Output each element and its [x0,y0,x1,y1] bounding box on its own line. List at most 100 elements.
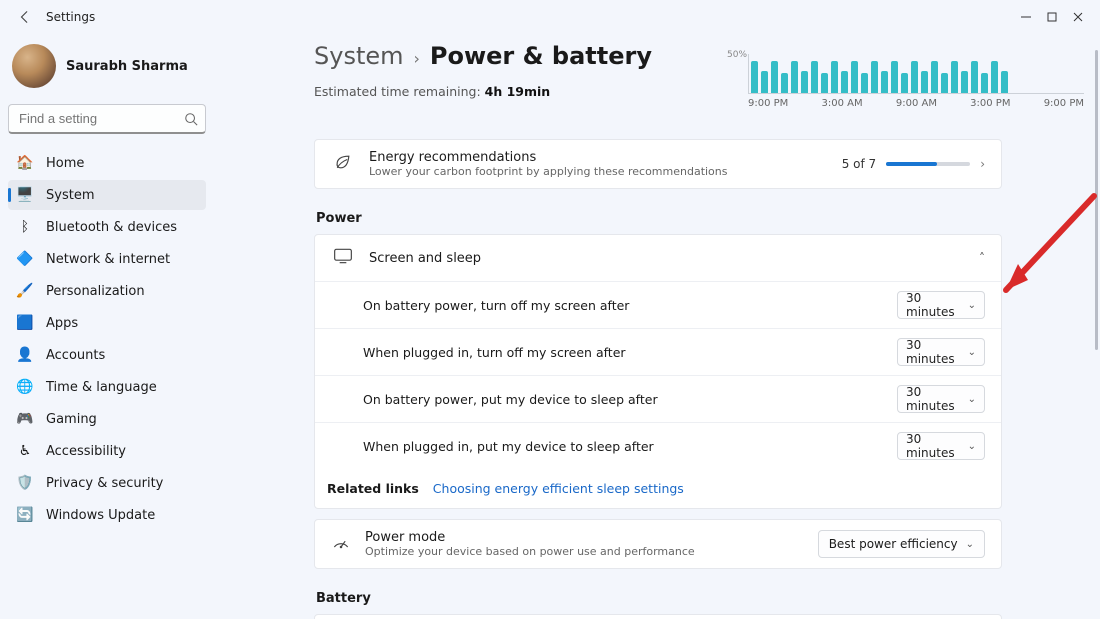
chart-bar [1001,71,1008,93]
reco-subtitle: Lower your carbon footprint by applying … [369,165,728,178]
row-label: When plugged in, put my device to sleep … [363,439,654,454]
sidebar-item-label: Home [46,156,84,171]
sidebar-item-personalize[interactable]: 🖌️ Personalization [8,276,206,306]
sidebar-item-label: Accessibility [46,444,126,459]
screen-sleep-row: When plugged in, put my device to sleep … [315,422,1001,469]
minimize-button[interactable] [1014,5,1038,29]
home-icon: 🏠 [16,154,34,172]
profile-block[interactable]: Saurabh Sharma [8,40,206,98]
duration-select[interactable]: 30 minutes⌄ [897,338,985,366]
chart-bar [901,73,908,93]
chevron-down-icon: ⌄ [968,441,976,452]
row-label: On battery power, put my device to sleep… [363,392,658,407]
power-mode-subtitle: Optimize your device based on power use … [365,545,695,558]
duration-value: 30 minutes [906,432,968,460]
apps-icon: 🟦 [16,314,34,332]
related-links-label: Related links [327,481,419,496]
gaming-icon: 🎮 [16,410,34,428]
chart-bar [861,73,868,93]
power-mode-select[interactable]: Best power efficiency ⌄ [818,530,985,558]
reco-title: Energy recommendations [369,150,728,165]
expander-title: Screen and sleep [369,251,481,266]
sidebar-item-label: Bluetooth & devices [46,220,177,235]
user-name: Saurabh Sharma [66,59,188,74]
sidebar-item-privacy[interactable]: 🛡️Privacy & security [8,468,206,498]
chart-bar [971,61,978,93]
energy-recommendations[interactable]: Energy recommendations Lower your carbon… [314,139,1002,189]
main-content: System › Power & battery Estimated time … [214,34,1100,619]
breadcrumb-root[interactable]: System [314,42,404,70]
power-mode-card[interactable]: Power mode Optimize your device based on… [314,519,1002,569]
chart-bar [941,73,948,93]
chart-bar [781,73,788,93]
close-button[interactable] [1066,5,1090,29]
section-power: Power [316,211,1002,226]
sidebar-item-apps[interactable]: 🟦 Apps [8,308,206,338]
personalize-icon: 🖌️ [16,282,34,300]
chart-bar [871,61,878,93]
duration-value: 30 minutes [906,385,968,413]
sidebar-item-update[interactable]: 🔄Windows Update [8,500,206,530]
chevron-right-icon: › [980,157,985,171]
battery-saver-card[interactable]: Battery saver Extend battery life by lim… [314,614,1002,619]
sidebar-item-home[interactable]: 🏠 Home [8,148,206,178]
sidebar-item-system[interactable]: 🖥️ System [8,180,206,210]
screen-sleep-row: On battery power, turn off my screen aft… [315,281,1001,328]
chart-bar [791,61,798,93]
sidebar-item-label: Apps [46,316,78,331]
chart-bar [821,73,828,93]
screen-sleep-row: On battery power, put my device to sleep… [315,375,1001,422]
chart-bar [751,61,758,93]
speedometer-icon [331,532,351,556]
system-icon: 🖥️ [16,186,34,204]
duration-select[interactable]: 30 minutes⌄ [897,432,985,460]
power-mode-title: Power mode [365,530,695,545]
chart-bar [841,71,848,93]
duration-value: 30 minutes [906,291,968,319]
bluetooth-icon: ᛒ [16,218,34,236]
sidebar-item-time[interactable]: 🌐 Time & language [8,372,206,402]
chart-bar [761,71,768,93]
scrollbar[interactable] [1094,34,1098,619]
chart-bar [801,71,808,93]
related-links-row: Related links Choosing energy efficient … [315,469,1001,508]
chart-y-label: 50% [727,50,747,60]
sidebar-item-bluetooth[interactable]: ᛒ Bluetooth & devices [8,212,206,242]
chart-bar [911,61,918,93]
search-input[interactable] [8,104,206,134]
sidebar-item-label: Privacy & security [46,476,163,491]
title-bar: Settings [0,0,1100,34]
related-link[interactable]: Choosing energy efficient sleep settings [433,481,684,496]
duration-select[interactable]: 30 minutes⌄ [897,385,985,413]
row-label: On battery power, turn off my screen aft… [363,298,629,313]
reco-progress-bar [886,162,970,166]
search-icon [184,111,198,130]
sidebar-item-network[interactable]: 🔷Network & internet [8,244,206,274]
leaf-icon [331,152,355,176]
back-button[interactable] [14,6,36,28]
chart-x-label: 9:00 PM [1044,98,1084,109]
sidebar-item-accounts[interactable]: 👤Accounts [8,340,206,370]
chart-bar [811,61,818,93]
sidebar-item-label: Personalization [46,284,145,299]
chevron-down-icon: ⌄ [968,347,976,358]
sidebar-item-gaming[interactable]: 🎮Gaming [8,404,206,434]
sidebar-item-accessibility[interactable]: ♿ Accessibility [8,436,206,466]
sidebar-item-label: Time & language [46,380,157,395]
chart-bar [991,61,998,93]
accessibility-icon: ♿ [16,442,34,460]
sidebar-item-label: System [46,188,94,203]
section-battery: Battery [316,591,1002,606]
chart-x-label: 3:00 AM [822,98,863,109]
maximize-button[interactable] [1040,5,1064,29]
expander-header[interactable]: Screen and sleep ˄ [315,235,1001,281]
chart-bar [881,71,888,93]
chart-x-label: 9:00 PM [748,98,788,109]
chart-bar [951,61,958,93]
avatar [12,44,56,88]
screen-sleep-row: When plugged in, turn off my screen afte… [315,328,1001,375]
accounts-icon: 👤 [16,346,34,364]
chart-bar [831,61,838,93]
time-icon: 🌐 [16,378,34,396]
duration-select[interactable]: 30 minutes⌄ [897,291,985,319]
